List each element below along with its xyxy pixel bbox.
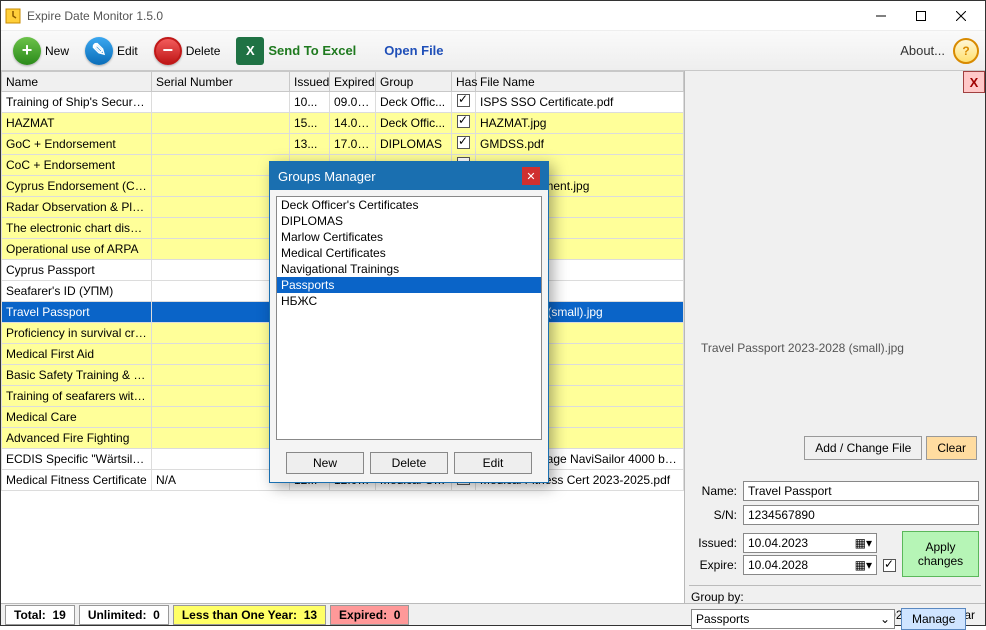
apply-changes-button[interactable]: Apply changes: [902, 531, 979, 577]
chevron-down-icon: ⌄: [880, 612, 890, 626]
groups-manager-dialog: Groups Manager ✕ Deck Officer's Certific…: [269, 161, 549, 483]
preview-area: Travel Passport 2023-2028 (small).jpg: [689, 75, 981, 355]
maximize-button[interactable]: [901, 2, 941, 30]
group-by-label: Group by:: [691, 590, 979, 604]
expire-date-input[interactable]: 10.04.2028 ▦▾: [743, 555, 877, 575]
table-row[interactable]: GoC + Endorsement13...17.01...DIPLOMASGM…: [2, 134, 684, 155]
groups-listbox[interactable]: Deck Officer's CertificatesDIPLOMASMarlo…: [276, 196, 542, 440]
expire-date-value: 10.04.2028: [748, 558, 808, 572]
list-item[interactable]: Medical Certificates: [277, 245, 541, 261]
name-input[interactable]: [743, 481, 979, 501]
list-item[interactable]: DIPLOMAS: [277, 213, 541, 229]
table-row[interactable]: Training of Ship's Security O...10...09.…: [2, 92, 684, 113]
status-less-than-year: Less than One Year: 13: [173, 605, 326, 625]
add-change-file-button[interactable]: Add / Change File: [804, 436, 922, 460]
sn-label: S/N:: [691, 508, 737, 522]
app-icon: [5, 8, 21, 24]
group-by-value: Passports: [696, 612, 749, 626]
about-button[interactable]: About...: [900, 43, 945, 58]
new-button-label: New: [45, 44, 69, 58]
dialog-edit-button[interactable]: Edit: [454, 452, 532, 474]
col-file[interactable]: File Name: [476, 72, 684, 92]
col-issued[interactable]: Issued: [290, 72, 330, 92]
dialog-new-button[interactable]: New: [286, 452, 364, 474]
excel-icon: X: [236, 37, 264, 65]
dialog-title: Groups Manager: [278, 169, 376, 184]
manage-groups-button[interactable]: Manage: [901, 608, 966, 630]
issued-date-input[interactable]: 10.04.2023 ▦▾: [743, 533, 877, 553]
details-pane: X Travel Passport 2023-2028 (small).jpg …: [685, 71, 985, 603]
minimize-button[interactable]: [861, 2, 901, 30]
col-has[interactable]: Has: [452, 72, 476, 92]
has-file-checkbox[interactable]: [457, 136, 470, 149]
list-item[interactable]: НБЖС: [277, 293, 541, 309]
dialog-close-button[interactable]: ✕: [522, 167, 540, 185]
send-to-excel-label: Send To Excel: [268, 43, 356, 58]
calendar-icon: ▦▾: [855, 558, 872, 572]
col-serial[interactable]: Serial Number: [152, 72, 290, 92]
issued-date-value: 10.04.2023: [748, 536, 808, 550]
list-item[interactable]: Marlow Certificates: [277, 229, 541, 245]
table-row[interactable]: HAZMAT15...14.01...Deck Offic...HAZMAT.j…: [2, 113, 684, 134]
send-to-excel-button[interactable]: X Send To Excel: [230, 35, 362, 67]
list-item[interactable]: Deck Officer's Certificates: [277, 197, 541, 213]
name-label: Name:: [691, 484, 737, 498]
calendar-icon: ▦▾: [855, 536, 872, 550]
list-item[interactable]: Navigational Trainings: [277, 261, 541, 277]
expire-enabled-checkbox[interactable]: [883, 559, 896, 572]
window-close-button[interactable]: [941, 2, 981, 30]
window-title: Expire Date Monitor 1.5.0: [27, 9, 163, 23]
col-group[interactable]: Group: [376, 72, 452, 92]
preview-filename: Travel Passport 2023-2028 (small).jpg: [701, 341, 904, 355]
pencil-icon: ✎: [85, 37, 113, 65]
edit-button[interactable]: ✎ Edit: [79, 35, 144, 67]
help-icon[interactable]: ?: [953, 38, 979, 64]
dialog-delete-button[interactable]: Delete: [370, 452, 448, 474]
list-item[interactable]: Passports: [277, 277, 541, 293]
delete-button[interactable]: −Delete: [148, 35, 227, 67]
expire-label: Expire:: [691, 558, 737, 572]
status-unlimited: Unlimited: 0: [79, 605, 169, 625]
has-file-checkbox[interactable]: [457, 94, 470, 107]
sn-input[interactable]: [743, 505, 979, 525]
open-file-button[interactable]: Open File: [378, 41, 449, 60]
new-button[interactable]: + New: [7, 35, 75, 67]
toolbar: + New ✎ Edit −Delete X Send To Excel Open F…: [1, 31, 985, 71]
status-total: Total: 19: [5, 605, 75, 625]
edit-button-label: Edit: [117, 44, 138, 58]
col-name[interactable]: Name: [2, 72, 152, 92]
col-expired[interactable]: Expired: [330, 72, 376, 92]
minus-icon: −: [154, 37, 182, 65]
plus-icon: +: [13, 37, 41, 65]
status-expired: Expired: 0: [330, 605, 409, 625]
delete-button-label: Delete: [186, 44, 221, 58]
titlebar: Expire Date Monitor 1.5.0: [1, 1, 985, 31]
group-by-combo[interactable]: Passports ⌄: [691, 609, 895, 629]
clear-file-button[interactable]: Clear: [926, 436, 977, 460]
has-file-checkbox[interactable]: [457, 115, 470, 128]
issued-label: Issued:: [691, 536, 737, 550]
